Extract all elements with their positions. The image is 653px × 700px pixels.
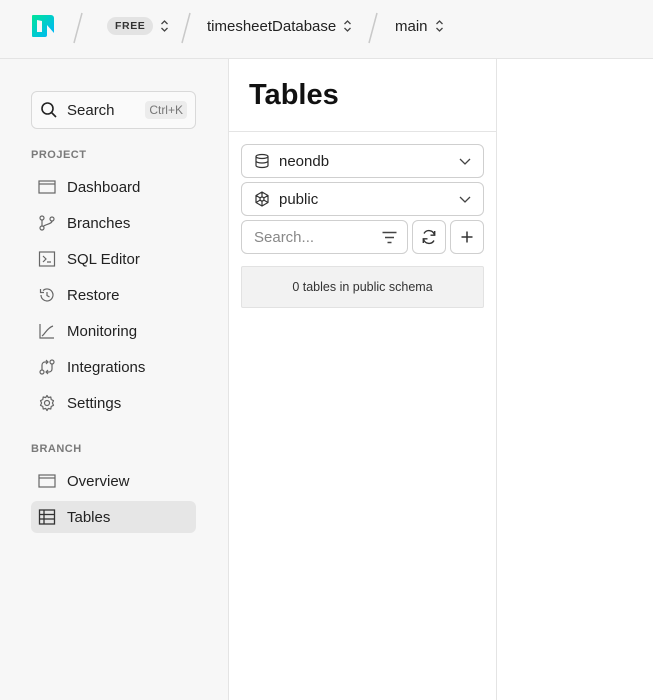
restore-icon (39, 288, 54, 302)
sidebar: Search Ctrl+K PROJECT Dashboard Branches… (0, 59, 229, 700)
plus-icon (461, 231, 473, 243)
sidebar-item-label: Tables (67, 508, 111, 526)
monitoring-icon (39, 324, 54, 339)
add-table-button[interactable] (450, 220, 484, 254)
divider (229, 131, 496, 132)
branches-icon (39, 215, 55, 231)
breadcrumb-separator-icon (368, 12, 378, 44)
chevron-up-down-icon (161, 20, 169, 32)
sidebar-item-sql-editor[interactable]: SQL Editor (31, 243, 196, 275)
refresh-button[interactable] (412, 220, 446, 254)
sidebar-item-label: Settings (67, 394, 122, 412)
breadcrumb-separator-icon (73, 12, 83, 44)
search-button[interactable]: Search Ctrl+K (31, 91, 196, 129)
chevron-up-down-icon (435, 20, 443, 32)
sidebar-item-settings[interactable]: Settings (31, 387, 196, 419)
project-switcher[interactable]: timesheetDatabase (207, 0, 352, 52)
sidebar-item-branches[interactable]: Branches (31, 207, 196, 239)
branch-switcher[interactable]: main (395, 0, 444, 52)
chevron-down-icon (459, 196, 471, 203)
database-select[interactable]: neondb (241, 144, 484, 178)
integrations-icon (39, 359, 55, 375)
sidebar-item-label: Restore (67, 286, 120, 304)
chevron-down-icon (459, 158, 471, 165)
neon-logo-icon[interactable] (30, 13, 57, 39)
table-search-input[interactable] (242, 221, 372, 253)
sidebar-item-label: Dashboard (67, 178, 141, 196)
sidebar-item-label: Monitoring (67, 322, 138, 340)
settings-icon (39, 394, 55, 412)
branch-name: main (395, 17, 428, 35)
top-bar: FREE timesheetDatabase main (0, 0, 653, 59)
overview-icon (38, 474, 56, 488)
schema-icon (255, 191, 269, 207)
schema-select[interactable]: public (241, 182, 484, 216)
branch-section-title: BRANCH (31, 443, 82, 455)
sidebar-item-tables[interactable]: Tables (31, 501, 196, 533)
plan-switcher[interactable]: FREE (107, 0, 169, 52)
sidebar-item-monitoring[interactable]: Monitoring (31, 315, 196, 347)
filter-icon[interactable] (382, 231, 397, 244)
sidebar-item-label: SQL Editor (67, 250, 140, 268)
plan-badge: FREE (107, 17, 154, 35)
empty-state-message: 0 tables in public schema (241, 266, 484, 308)
sidebar-item-dashboard[interactable]: Dashboard (31, 171, 196, 203)
tables-panel: Tables neondb public 0 tables in public … (229, 59, 497, 700)
tables-icon (38, 509, 56, 525)
sidebar-item-overview[interactable]: Overview (31, 465, 196, 497)
breadcrumb-separator-icon (181, 12, 191, 44)
search-icon (41, 102, 57, 118)
page-title: Tables (249, 79, 339, 111)
search-shortcut: Ctrl+K (145, 101, 187, 119)
sql-editor-icon (38, 251, 56, 267)
sidebar-item-label: Branches (67, 214, 131, 232)
sidebar-item-integrations[interactable]: Integrations (31, 351, 196, 383)
dashboard-icon (38, 180, 56, 194)
database-icon (255, 153, 269, 169)
refresh-icon (422, 229, 436, 245)
database-select-value: neondb (279, 152, 330, 170)
project-section-title: PROJECT (31, 149, 87, 161)
table-search-field[interactable] (241, 220, 408, 254)
project-name: timesheetDatabase (207, 17, 337, 35)
main-content (497, 59, 653, 700)
sidebar-item-label: Integrations (67, 358, 146, 376)
sidebar-item-restore[interactable]: Restore (31, 279, 196, 311)
search-label: Search (67, 101, 115, 119)
sidebar-item-label: Overview (67, 472, 130, 490)
chevron-up-down-icon (344, 20, 352, 32)
schema-select-value: public (279, 190, 319, 208)
